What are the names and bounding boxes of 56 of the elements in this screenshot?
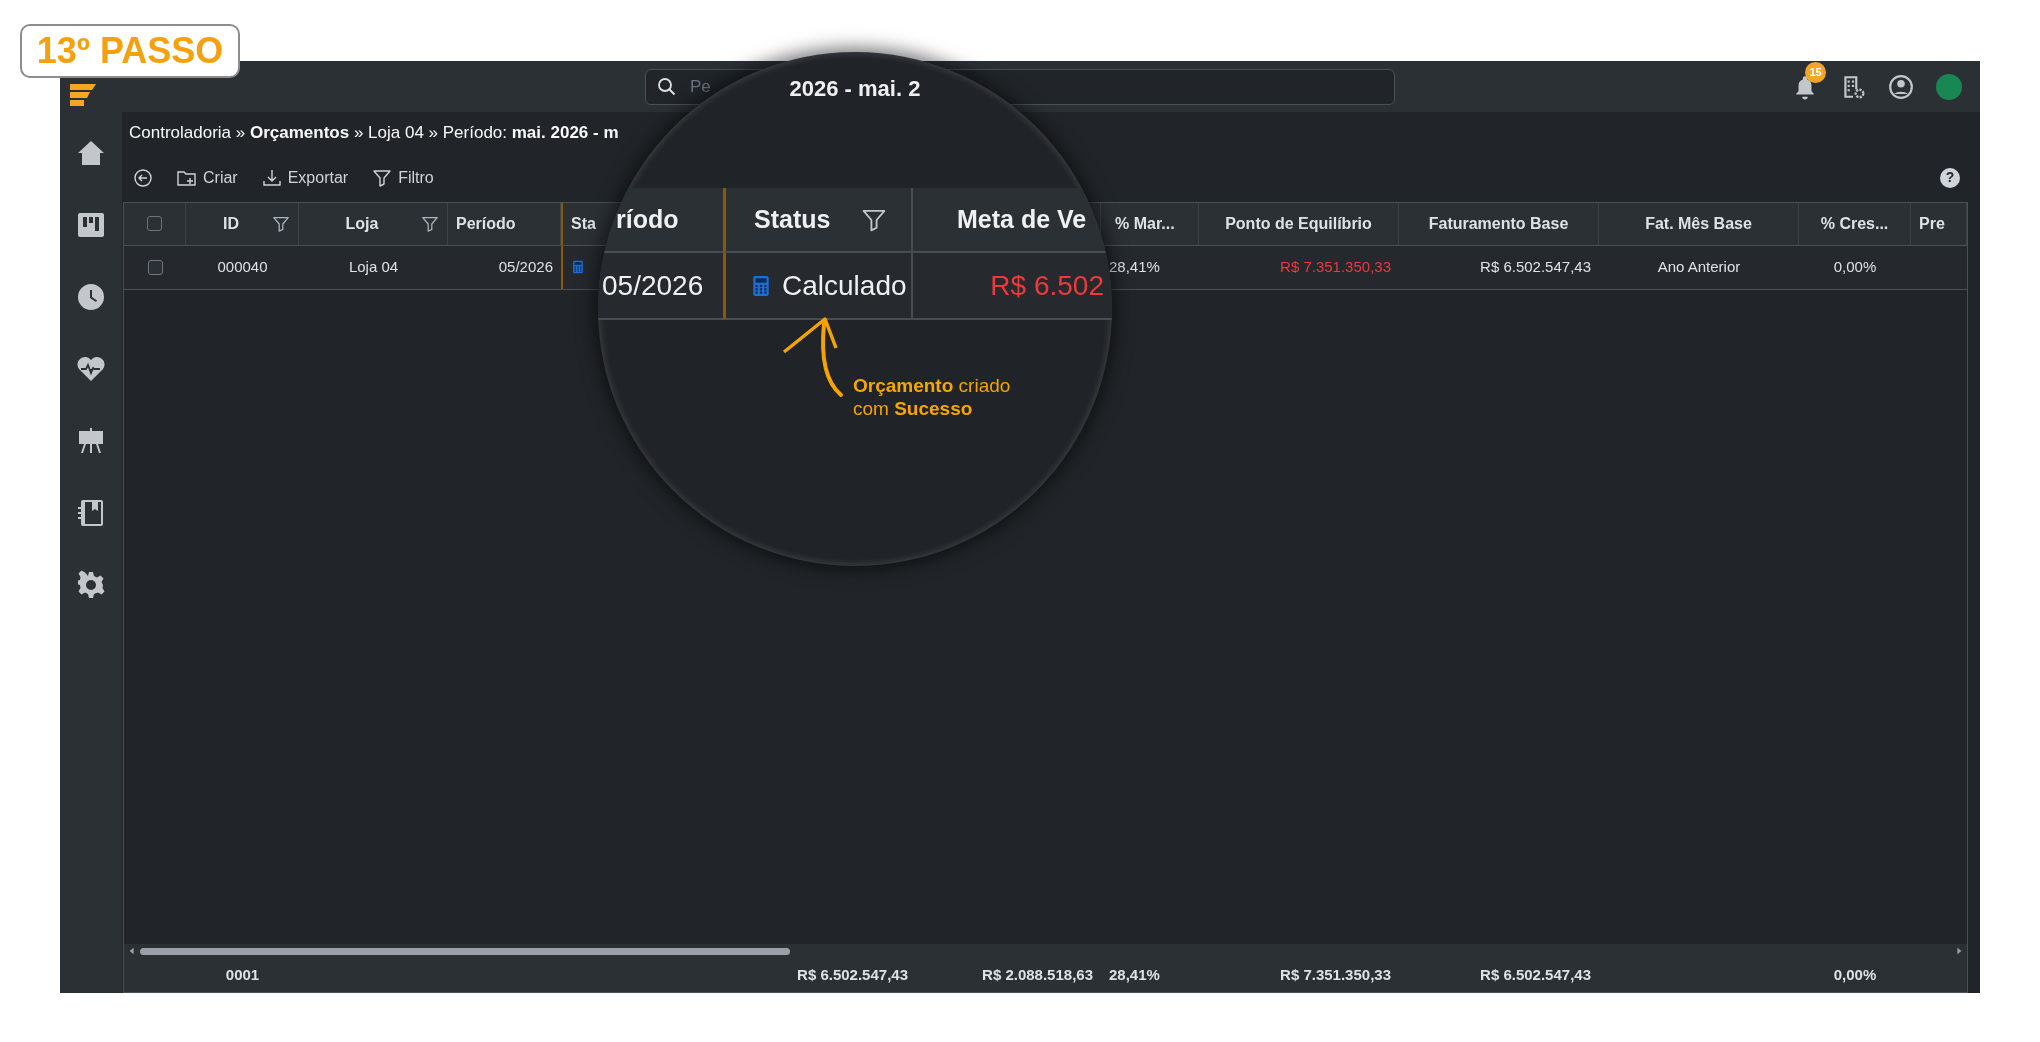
bookmark-book-icon[interactable] — [76, 498, 106, 528]
home-icon[interactable] — [76, 138, 106, 168]
row-checkbox[interactable] — [147, 259, 163, 275]
table-cell-text: R$ 6.502.547,43 — [1479, 256, 1592, 277]
help-icon[interactable]: ? — [1940, 167, 1960, 188]
callout-text: Orçamento criado com Sucesso — [853, 374, 1011, 421]
column-header[interactable]: Ponto de Equilíbrio — [1225, 211, 1372, 236]
step-badge: 13º PASSO — [20, 24, 240, 78]
column-header[interactable]: Loja — [307, 211, 417, 236]
total-cell-text: R$ 6.502.547,43 — [796, 964, 909, 985]
table-cell-text: R$ 7.351.350,33 — [1279, 256, 1392, 277]
funnel-icon — [372, 167, 393, 188]
total-cell-text: R$ 7.351.350,33 — [1279, 964, 1392, 985]
online-status-dot — [1936, 73, 1962, 100]
scroll-right-icon — [1955, 947, 1963, 955]
table-cell-text: 28,41% — [1108, 256, 1161, 277]
total-cell-text: 28,41% — [1108, 964, 1161, 985]
select-all-checkbox[interactable] — [147, 216, 162, 231]
clock-icon[interactable] — [76, 282, 106, 312]
toolbar-button[interactable]: Filtro — [372, 165, 434, 190]
column-header[interactable]: Período — [456, 211, 516, 236]
column-header[interactable]: Sta — [571, 211, 596, 236]
table-cell-text: 05/2026 — [602, 268, 704, 303]
settings-icon[interactable] — [76, 570, 106, 600]
table-cell-text: 0,00% — [1832, 256, 1878, 277]
heart-pulse-icon[interactable] — [76, 354, 106, 384]
column-header[interactable]: ID — [194, 211, 268, 236]
table-cell-text: R$ 6.502 — [990, 268, 1104, 303]
table-cell-text: Ano Anterior — [1656, 256, 1742, 277]
table-cell-text: 000040 — [216, 256, 269, 277]
breadcrumb: Controladoria » Orçamentos » Loja 04 » Período: mai. 2026 - m — [129, 122, 620, 144]
download-icon — [261, 167, 282, 188]
total-cell-text: 0001 — [224, 964, 261, 985]
column-header[interactable]: Pre — [1919, 211, 1945, 236]
search-icon — [657, 76, 677, 97]
user-circle-icon — [1888, 73, 1914, 100]
calculator-icon — [571, 258, 585, 276]
scroll-left-icon — [128, 947, 136, 955]
toolbar-button[interactable]: Exportar — [261, 165, 349, 190]
easel-icon[interactable] — [76, 426, 106, 456]
table-cell-text: Calculado — [782, 268, 907, 303]
total-cell-text: R$ 6.502.547,43 — [1479, 964, 1592, 985]
logo-icon — [68, 81, 98, 106]
notification-count: 15 — [1805, 61, 1826, 83]
kanban-board-icon[interactable] — [76, 210, 106, 240]
column-header[interactable]: % Cres... — [1820, 211, 1889, 236]
total-cell-text: R$ 2.088.518,63 — [981, 964, 1094, 985]
column-header[interactable]: Fat. Mês Base — [1645, 211, 1752, 236]
column-header[interactable]: % Mar... — [1115, 211, 1175, 236]
total-cell-text: 0,00% — [1832, 964, 1878, 985]
column-header[interactable]: Faturamento Base — [1428, 211, 1569, 236]
table-cell-text: Loja 04 — [347, 256, 400, 277]
toolbar-button[interactable]: Criar — [177, 165, 238, 190]
table-cell-text: 05/2026 — [497, 256, 554, 277]
breadcrumb-fragment: 2026 - mai. 2 — [789, 76, 921, 101]
horizontal-scrollbar[interactable] — [124, 944, 1967, 958]
